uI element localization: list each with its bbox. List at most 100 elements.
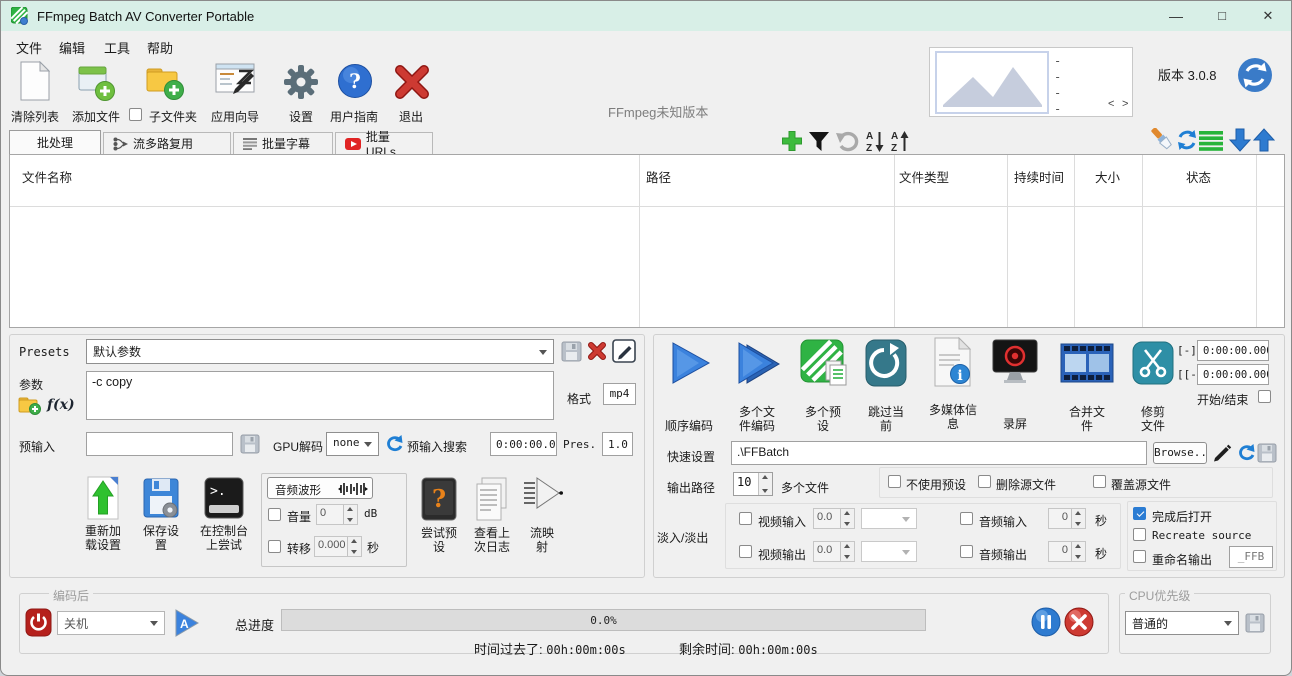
pre-input-field[interactable] [86, 432, 233, 456]
exit-button[interactable]: 退出 [391, 61, 431, 121]
rename-output-checkbox[interactable] [1133, 550, 1146, 563]
close-button[interactable]: ✕ [1245, 1, 1291, 31]
col-header-duration[interactable]: 持续时间 [1014, 167, 1064, 186]
file-list-table[interactable]: 文件名称 路径 文件类型 持续时间 大小 状态 [9, 154, 1285, 328]
clear-list-button[interactable]: 清除列表 [6, 61, 64, 121]
params-textarea[interactable]: -c copy [86, 371, 554, 420]
seek-refresh-icon[interactable] [385, 434, 403, 452]
clean-brush-icon[interactable] [1151, 128, 1175, 152]
rename-suffix-input[interactable]: _FFB [1229, 546, 1273, 568]
sort-az-asc-icon[interactable]: A Z [890, 129, 910, 153]
screen-record-button[interactable]: 录屏 [991, 337, 1039, 437]
audio-fade-out-checkbox[interactable] [960, 545, 973, 558]
pre-input-search-time[interactable]: 0:00:00.00 [490, 432, 557, 456]
audio-waveform-button[interactable]: 音频波形 [267, 477, 373, 499]
preview-next-button[interactable]: > [1122, 98, 1128, 110]
audio-fade-in-spinner[interactable]: 0 [1048, 508, 1086, 529]
tab-multiplex[interactable]: 流多路复用 [103, 132, 231, 154]
col-header-size[interactable]: 大小 [1095, 167, 1120, 186]
reload-settings-button[interactable]: 重新加载设置 [71, 473, 135, 571]
tab-subtitles[interactable]: 批量字幕 [233, 132, 333, 154]
try-preset-button[interactable]: ? 尝试预设 [414, 473, 464, 571]
overwrite-source-checkbox[interactable] [1093, 475, 1106, 488]
fx-variables-icon[interactable]: f(x) [47, 397, 75, 413]
col-header-filename[interactable]: 文件名称 [22, 167, 72, 186]
cancel-button[interactable] [1064, 607, 1094, 637]
shift-checkbox[interactable] [268, 540, 281, 553]
video-fade-out-checkbox[interactable] [739, 545, 752, 558]
update-check-icon[interactable] [1237, 57, 1273, 93]
delete-preset-icon[interactable] [587, 341, 607, 361]
menu-help[interactable]: 帮助 [147, 38, 173, 57]
cpu-priority-select[interactable]: 普通的 [1125, 611, 1239, 635]
minimize-button[interactable]: — [1153, 1, 1199, 31]
format-input[interactable]: mp4 [603, 383, 636, 405]
save-preset-icon[interactable] [561, 341, 582, 362]
save-path-icon[interactable] [1257, 443, 1277, 463]
maximize-button[interactable]: □ [1199, 1, 1245, 31]
video-fade-in-checkbox[interactable] [739, 512, 752, 525]
video-fade-in-spinner[interactable]: 0.0 [813, 508, 855, 529]
volume-spinner[interactable]: 0 [316, 504, 358, 525]
sequential-encode-button[interactable]: 顺序编码 [657, 339, 721, 437]
reset-path-icon[interactable] [1237, 443, 1255, 461]
multi-preset-button[interactable]: 多个预设 [798, 337, 848, 437]
skip-current-button[interactable]: 跳过当前 [863, 337, 909, 437]
recreate-source-checkbox[interactable] [1133, 528, 1146, 541]
move-down-icon[interactable] [1229, 128, 1251, 152]
volume-checkbox[interactable] [268, 508, 281, 521]
edit-preset-icon[interactable] [612, 339, 636, 363]
menu-tools[interactable]: 工具 [104, 38, 130, 57]
add-row-icon[interactable] [781, 130, 803, 152]
add-folder-param-icon[interactable] [18, 394, 42, 415]
add-files-button[interactable]: 添加文件 [67, 61, 125, 121]
media-info-button[interactable]: i 多媒体信息 [925, 335, 981, 437]
save-pre-input-icon[interactable] [240, 434, 260, 454]
col-header-status[interactable]: 状态 [1186, 167, 1211, 186]
multi-file-encode-button[interactable]: 多个文件编码 [731, 339, 783, 437]
undo-icon[interactable] [834, 131, 860, 152]
tab-urls[interactable]: 批量 URLs [335, 132, 433, 154]
preset-version-input[interactable]: 1.0 [602, 432, 633, 456]
move-up-icon[interactable] [1253, 128, 1275, 152]
audio-fade-in-checkbox[interactable] [960, 512, 973, 525]
subfolders-checkbox[interactable] [129, 108, 142, 121]
filter-icon[interactable] [807, 130, 831, 152]
col-header-path[interactable]: 路径 [646, 167, 671, 186]
view-log-button[interactable]: 查看上次日志 [467, 473, 517, 571]
multi-count-spinner[interactable]: 10 [733, 472, 773, 496]
settings-button[interactable]: 设置 [279, 61, 323, 121]
no-preset-checkbox[interactable] [888, 475, 901, 488]
video-fade-in-select[interactable] [861, 508, 917, 529]
save-priority-icon[interactable] [1245, 613, 1265, 633]
save-settings-button[interactable]: 保存设置 [139, 473, 183, 571]
sort-az-desc-icon[interactable]: A Z [865, 129, 885, 153]
audio-fade-out-spinner[interactable]: 0 [1048, 541, 1086, 562]
auto-shutdown-icon[interactable]: A [173, 607, 201, 639]
tab-batch[interactable]: 批处理 [9, 130, 101, 154]
trim-start-input[interactable]: 0:00:00.000 [1197, 340, 1269, 361]
delete-source-checkbox[interactable] [978, 475, 991, 488]
trim-end-input[interactable]: 0:00:00.000 [1197, 364, 1269, 385]
power-icon[interactable] [25, 608, 52, 637]
preview-prev-button[interactable]: < [1108, 98, 1114, 110]
open-when-done-checkbox[interactable] [1133, 507, 1146, 520]
start-end-checkbox[interactable] [1258, 390, 1271, 403]
shutdown-select[interactable]: 关机 [57, 611, 165, 635]
menu-edit[interactable]: 编辑 [59, 38, 85, 57]
refresh-list-icon[interactable] [1176, 129, 1198, 151]
col-header-filetype[interactable]: 文件类型 [899, 167, 949, 186]
edit-path-icon[interactable] [1212, 442, 1232, 462]
shift-spinner[interactable]: 0.000 [314, 536, 362, 557]
list-view-icon[interactable] [1199, 131, 1223, 151]
user-guide-button[interactable]: ? 用户指南 [325, 61, 383, 121]
gpu-decode-select[interactable]: none [326, 432, 379, 456]
app-wizard-button[interactable]: 应用向导 [204, 61, 266, 121]
video-fade-out-spinner[interactable]: 0.0 [813, 541, 855, 562]
browse-button[interactable]: Browse.. [1153, 442, 1207, 464]
stream-map-button[interactable]: 流映射 [519, 471, 565, 571]
trim-files-button[interactable]: 修剪文件 [1129, 339, 1177, 437]
preset-select[interactable]: 默认参数 [86, 339, 554, 364]
output-folder-input[interactable]: .\FFBatch [731, 441, 1147, 465]
merge-files-button[interactable]: 合并文件 [1059, 339, 1115, 437]
